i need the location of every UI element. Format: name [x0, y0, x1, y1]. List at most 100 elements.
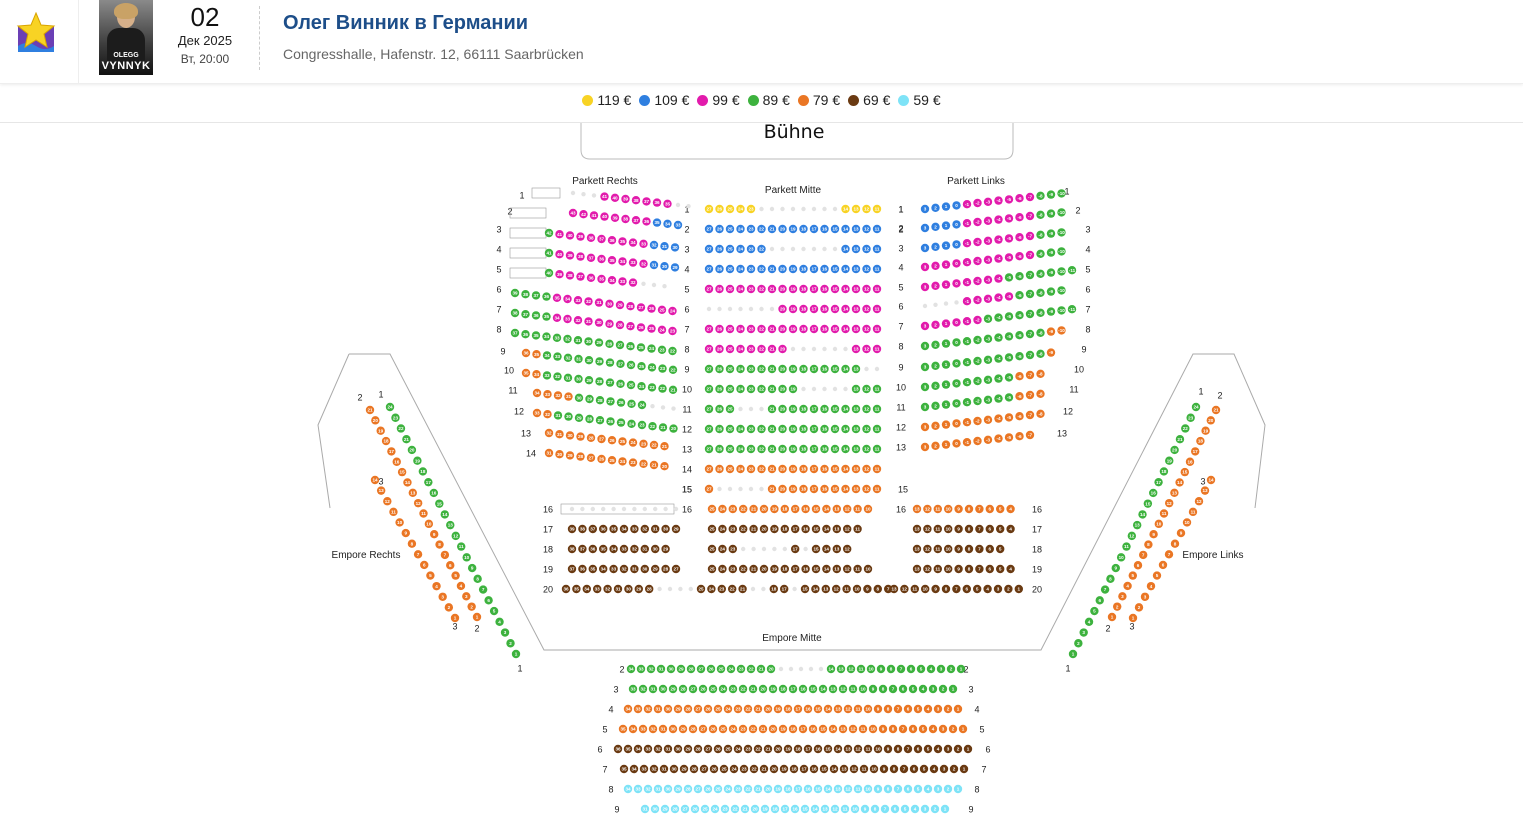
seat-number: 14: [831, 767, 837, 772]
seat: [569, 506, 575, 512]
seat-number: 1: [945, 204, 948, 209]
seat-number: 12: [864, 307, 870, 312]
seat: [738, 406, 743, 412]
star-logo-icon[interactable]: [16, 11, 56, 54]
seat-number: 10: [1156, 521, 1162, 526]
seat-number: 39: [623, 197, 629, 202]
seat-number: 24: [735, 747, 741, 752]
seat-number: 13: [835, 787, 841, 792]
seat-number: 21: [769, 327, 775, 332]
seat-number: 22: [1183, 426, 1189, 431]
seat: [832, 246, 838, 252]
seat-number: 17: [811, 407, 817, 412]
seat-number: 19: [770, 687, 776, 692]
seat: [922, 303, 928, 309]
seat-number: 3: [940, 667, 943, 672]
seat-number: 21: [404, 437, 410, 442]
seat-number: 11: [875, 247, 880, 252]
seat: [772, 546, 777, 552]
seat-number: 31: [658, 667, 664, 672]
row-number: 4: [1085, 245, 1090, 255]
seat-number: 34: [534, 391, 540, 396]
legend-item[interactable]: 119 €: [582, 92, 631, 108]
seat: [769, 246, 775, 252]
seat-number: -2: [975, 298, 980, 303]
row-number: 9: [1081, 345, 1086, 355]
seat-number: -8: [1038, 411, 1043, 416]
seat: [675, 202, 681, 208]
seat-number: 22: [740, 687, 746, 692]
seat-number: 20: [780, 487, 786, 492]
seat-number: 20: [780, 267, 786, 272]
seat-number: 33: [595, 587, 601, 592]
seat-number: 26: [618, 400, 624, 405]
seat: [943, 301, 949, 306]
seat-number: 33: [635, 787, 641, 792]
price-legend: 119 € 109 € 99 € 89 € 79 € 69 € 59 €: [0, 92, 1523, 108]
seat-number: -8: [1038, 212, 1043, 217]
seat-number: 27: [706, 467, 712, 472]
seat-number: 27: [599, 437, 605, 442]
seat-number: 22: [670, 367, 676, 372]
seat-number: 17: [811, 287, 817, 292]
seat-number: 20: [761, 567, 767, 572]
seat-number: 37: [644, 199, 650, 204]
legend-item[interactable]: 69 €: [848, 92, 890, 108]
seat-number: 0: [955, 401, 958, 406]
seat-number: 31: [651, 263, 657, 268]
seat-number: 5: [454, 573, 457, 578]
seat-number: 6: [907, 707, 910, 712]
blocked-seat-box: [509, 267, 547, 279]
seat-number: 20: [780, 467, 786, 472]
row-number: 15: [898, 485, 908, 495]
seat-number: 29: [670, 687, 676, 692]
seat-number: 31: [642, 807, 648, 812]
seat-number: 23: [730, 567, 736, 572]
seat-number: 12: [845, 707, 851, 712]
seat-number: 19: [772, 507, 778, 512]
legend-item[interactable]: 59 €: [898, 92, 941, 108]
seat-number: 5: [912, 687, 915, 692]
seat-number: 13: [853, 427, 859, 432]
seat: [822, 386, 827, 392]
legend-item[interactable]: 99 €: [697, 92, 740, 108]
seat-number: -4: [996, 335, 1001, 340]
artist-poster[interactable]: OLEGG VYNNYK: [99, 0, 153, 75]
seat-number: 24: [738, 447, 744, 452]
legend-item[interactable]: 79 €: [797, 92, 840, 108]
seat-number: -3: [986, 238, 991, 243]
seat-number: 36: [615, 747, 621, 752]
row-number: 8: [898, 342, 903, 352]
seat-number: 27: [706, 207, 712, 212]
seat-number: 8: [882, 687, 885, 692]
seat-number: 1: [476, 615, 479, 620]
seat: [748, 406, 754, 412]
seat-number: 34: [544, 353, 550, 358]
seat-number: 17: [800, 727, 806, 732]
seat-number: 17: [793, 567, 799, 572]
seat-number: 3: [924, 226, 927, 231]
seat-number: 29: [681, 767, 687, 772]
seat: [673, 506, 679, 512]
seat-number: 24: [709, 587, 715, 592]
seat-number: -10: [1058, 328, 1065, 333]
seat-number: 15: [832, 327, 838, 332]
legend-item[interactable]: 109 €: [639, 92, 689, 108]
seat-number: 12: [925, 507, 931, 512]
seat-number: 22: [660, 386, 666, 391]
seat-number: 27: [706, 287, 712, 292]
legend-item[interactable]: 89 €: [747, 92, 790, 108]
seat-number: 12: [834, 587, 840, 592]
event-title[interactable]: Олег Винник в Германии: [283, 12, 528, 35]
seat-number: -2: [975, 240, 980, 245]
seat-number: 5: [976, 587, 979, 592]
seat-number: 7: [482, 587, 485, 592]
seat-number: 31: [555, 413, 561, 418]
seat-number: 27: [706, 347, 712, 352]
seat-number: 12: [864, 287, 870, 292]
seat-number: 12: [1129, 533, 1135, 538]
seat-number: 31: [566, 394, 572, 399]
seat-number: 6: [917, 747, 920, 752]
seat-number: 3: [937, 707, 940, 712]
seat: [727, 306, 733, 312]
